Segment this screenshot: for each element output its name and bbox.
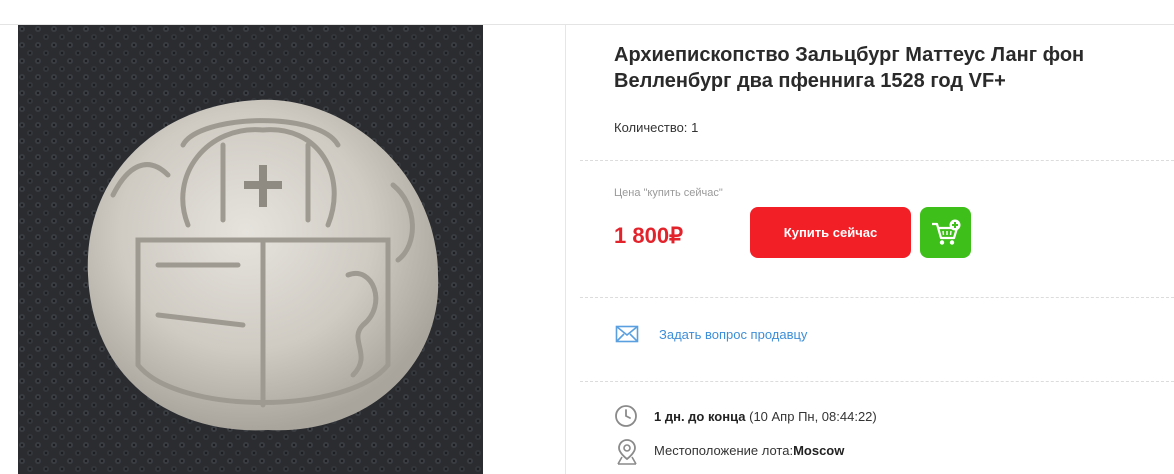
envelope-icon [615, 325, 639, 343]
quantity: Количество: 1 [614, 120, 698, 135]
lot-photo[interactable] [18, 25, 483, 474]
add-to-cart-button[interactable] [920, 207, 971, 258]
location-pin-icon [617, 439, 637, 465]
location-value: Moscow [793, 443, 845, 458]
location-label: Местоположение лота: [654, 443, 794, 458]
lot-title: Архиепископство Зальцбург Маттеус Ланг ф… [614, 44, 1085, 92]
quantity-value: 1 [691, 120, 699, 135]
end-date: (10 Апр Пн, 08:44:22) [749, 409, 877, 424]
coin-image [18, 25, 483, 474]
time-remaining: 1 дн. до конца [654, 409, 746, 424]
column-divider [565, 25, 566, 474]
add-to-cart-icon [931, 219, 960, 245]
clock-icon [615, 405, 637, 427]
section-divider [580, 160, 1174, 161]
price-caption: Цена "купить сейчас" [614, 187, 723, 199]
section-divider [580, 381, 1174, 382]
quantity-label: Количество: [614, 120, 688, 135]
price-value: 1 800₽ [614, 223, 684, 248]
ask-seller-link[interactable]: Задать вопрос продавцу [659, 327, 807, 342]
lot-location: Местоположение лота:Moscow [654, 443, 844, 458]
buy-now-button[interactable]: Купить сейчас [750, 207, 911, 258]
section-divider [580, 297, 1174, 298]
auction-end-time: 1 дн. до конца (10 Апр Пн, 08:44:22) [654, 409, 877, 424]
